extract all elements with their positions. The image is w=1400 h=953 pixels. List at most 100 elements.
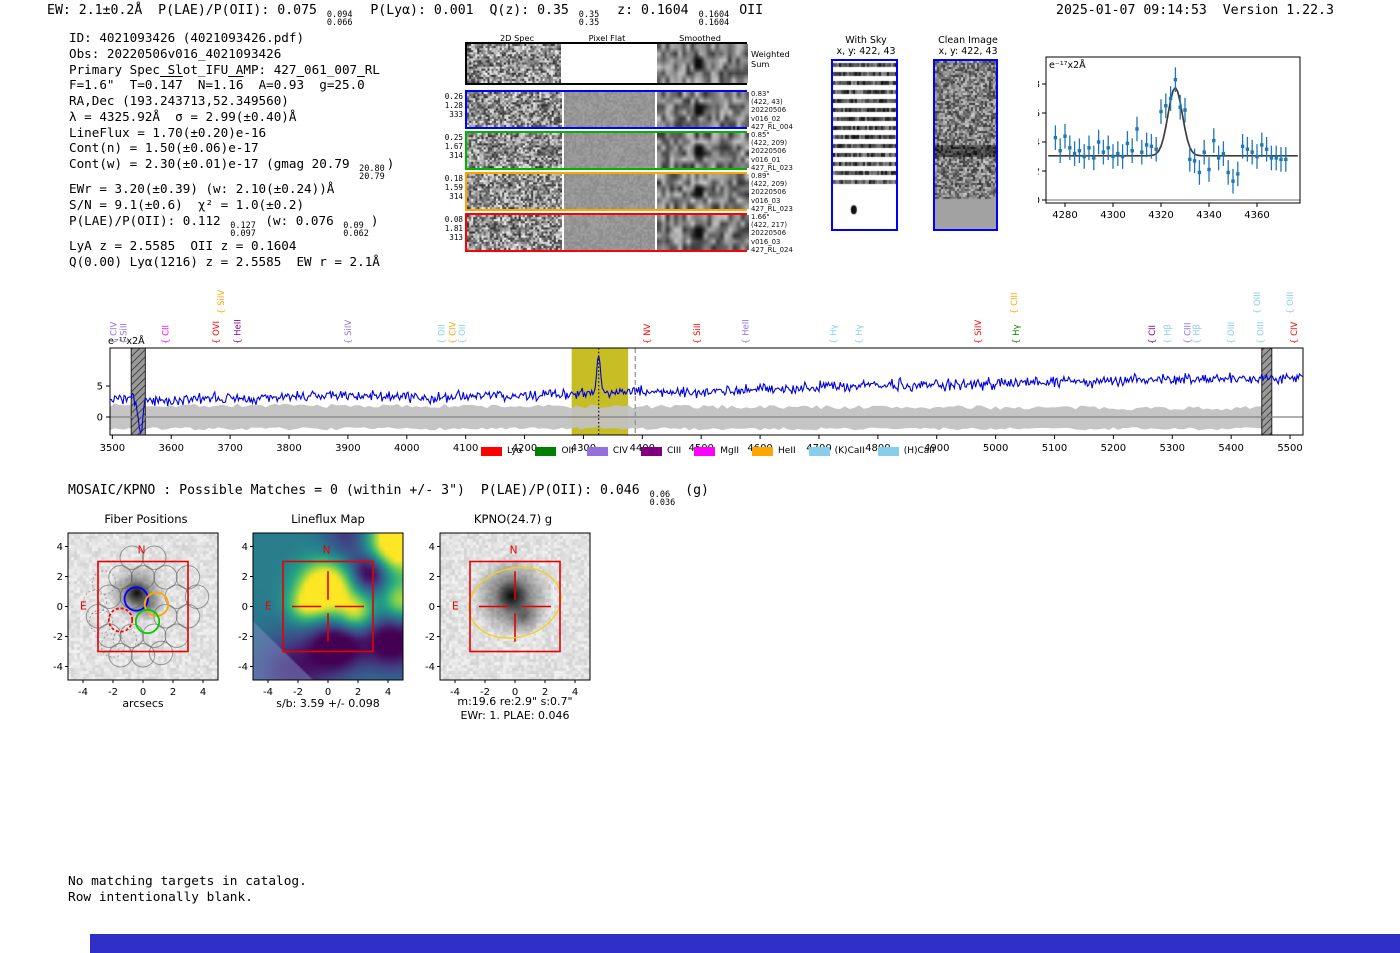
- cutout-row: [465, 131, 749, 170]
- svg-text:{ OIII: { OIII: [1227, 322, 1237, 344]
- catalog-image-axes: -4 -2 0 2 4420-2-4NE: [425, 532, 591, 698]
- svg-text:-2: -2: [238, 632, 248, 643]
- legend-label: CIII: [666, 446, 682, 456]
- info-line-ftna: F=1.6" T=0.147 N=1.16 A=0.93 g=25.0: [69, 77, 365, 93]
- svg-text:{ Hβ: { Hβ: [1164, 324, 1174, 344]
- cutout-row-left-label: 0.08 1.81 313: [444, 215, 463, 242]
- cutout-row: [465, 172, 749, 211]
- svg-text:5100: 5100: [1042, 443, 1067, 454]
- full-spectrum-chart: 3500360037003800390040004100420043004400…: [97, 290, 1304, 454]
- catalog-image-title: KPNO(24.7) g: [473, 512, 553, 526]
- info-line-z: LyA z = 2.5585 OII z = 0.1604: [69, 238, 297, 254]
- svg-text:0: 0: [97, 413, 103, 424]
- svg-text:3800: 3800: [276, 443, 301, 454]
- legend-item: Lyα: [481, 446, 522, 456]
- cutout-2dspec: [467, 133, 562, 168]
- svg-text:-2: -2: [425, 632, 435, 643]
- cutout-row: [465, 90, 749, 129]
- compass-east: E: [452, 601, 459, 613]
- info-line-lineflux: LineFlux = 1.70(±0.20)e-16: [69, 124, 267, 140]
- svg-text:4: 4: [57, 542, 63, 553]
- svg-text:-4: -4: [425, 662, 435, 673]
- cutout-row-right-label: 0.89" (422, 209) 20220506 v016_03 427_RL_023: [751, 172, 793, 213]
- classification-color-bar: [90, 934, 1400, 953]
- clean-image-title: Clean Image x, y: 422, 43: [938, 35, 998, 57]
- legend-item: OII: [535, 446, 574, 456]
- cutout-pixelflat: [563, 133, 656, 168]
- cutout-smoothed: [656, 44, 749, 83]
- info-line-ewr: EWr = 3.20(±0.39) (w: 2.10(±0.24))Å: [69, 181, 335, 197]
- svg-text:5: 5: [97, 382, 103, 393]
- svg-text:3600: 3600: [159, 443, 184, 454]
- cutout-pixelflat: [563, 92, 656, 127]
- svg-text:{ CIV: { CIV: [109, 321, 119, 344]
- svg-text:{ OII: { OII: [458, 324, 468, 344]
- catalog-captions: m:19.6 re:2.9" s:0.7" EWr: 1. PLAE: 0.04…: [425, 695, 605, 723]
- svg-text:8: 8: [1038, 80, 1040, 91]
- legend-label: Lyα: [507, 446, 523, 456]
- svg-text:-4: -4: [53, 662, 63, 673]
- svg-text:{ CII: { CII: [1148, 325, 1158, 344]
- svg-text:{ OII: { OII: [437, 324, 447, 344]
- svg-text:5500: 5500: [1277, 443, 1302, 454]
- svg-text:2: 2: [242, 572, 248, 583]
- svg-text:3500: 3500: [100, 443, 125, 454]
- svg-text:4280: 4280: [1052, 210, 1077, 221]
- fiber-positions-xlabel: arcsecs: [122, 697, 164, 710]
- svg-text:4320: 4320: [1148, 210, 1173, 221]
- cutout-row: [465, 213, 749, 252]
- legend-label: HeII: [778, 446, 796, 456]
- legend-swatch: [752, 446, 774, 456]
- line-fit-chart: 4280 4300 4320 4340 4360 0 2 4 6 8 e⁻¹⁷x2Å: [1038, 56, 1301, 221]
- svg-text:5300: 5300: [1160, 443, 1185, 454]
- legend-item: (K)CaII: [808, 446, 865, 456]
- info-line-lambda: λ = 4325.92Å σ = 2.99(±0.40)Å: [69, 108, 297, 124]
- cutout-2dspec: [467, 44, 562, 83]
- cutout-2dspec: [467, 174, 562, 209]
- summary-header: EW: 2.1±0.2Å P(LAE)/P(OII): 0.075 0.094 0…: [47, 3, 764, 29]
- svg-text:3900: 3900: [335, 443, 360, 454]
- info-line-primary: Primary Spec_Slot_IFU_AMP: 427_061_007_R…: [69, 61, 380, 77]
- svg-text:{ OIII: { OIII: [1286, 292, 1296, 314]
- mosaic-status-line: MOSAIC/KPNO : Possible Matches = 0 (with…: [68, 483, 709, 509]
- svg-text:4100: 4100: [453, 443, 478, 454]
- timestamp: 2025-01-07 09:14:53 Version 1.22.3: [1056, 3, 1334, 18]
- svg-text:4: 4: [242, 542, 248, 553]
- svg-text:{ NV: { NV: [643, 324, 653, 344]
- cutout-pixelflat: [563, 215, 656, 250]
- legend-swatch: [481, 446, 502, 456]
- svg-text:2: 2: [1038, 167, 1040, 178]
- svg-text:-4: -4: [238, 662, 248, 673]
- cutout-2dspec: [467, 215, 562, 250]
- footer-line-2: Row intentionally blank.: [68, 889, 253, 905]
- svg-text:5400: 5400: [1218, 443, 1243, 454]
- legend-item: CIII: [640, 446, 682, 456]
- svg-text:{ Hβ: { Hβ: [1192, 324, 1202, 344]
- cutout-row-right-label: 1.66" (422, 217) 20220506 v016_03 427_RL_024: [751, 213, 793, 254]
- svg-text:{ CIV: { CIV: [1290, 321, 1300, 344]
- info-line-sn: S/N = 9.1(±0.6) χ² = 1.0(±0.2): [69, 197, 305, 213]
- clean-image: [933, 59, 998, 231]
- catalog-caption-morphology: m:19.6 re:2.9" s:0.7": [457, 695, 573, 708]
- svg-text:5200: 5200: [1101, 443, 1126, 454]
- svg-text:0: 0: [242, 602, 248, 613]
- cutout-row-left-label: 0.25 1.67 314: [444, 133, 463, 160]
- cutout-row-right-label: Weighted Sum: [751, 49, 790, 69]
- compass-north: N: [323, 544, 331, 556]
- svg-text:4: 4: [1038, 138, 1040, 149]
- svg-text:2: 2: [429, 572, 435, 583]
- spectrum-legend: Lyα OII CIV CIII MgII HeII (K)CaII (H)CaII: [481, 446, 935, 456]
- svg-text:0: 0: [57, 602, 63, 613]
- legend-swatch: [640, 446, 662, 456]
- legend-swatch: [694, 446, 716, 456]
- info-line-q: Q(0.00) Lyα(1216) z = 2.5585 EW r = 2.1Å: [69, 254, 380, 270]
- svg-text:0: 0: [1038, 196, 1040, 207]
- legend-label: (K)CaII: [834, 446, 865, 456]
- svg-text:4340: 4340: [1196, 210, 1221, 221]
- svg-text:5000: 5000: [983, 443, 1008, 454]
- cutout-smoothed: [657, 174, 749, 209]
- cutout-row-right-label: 0.85" (422, 209) 20220506 v016_01 427_RL_023: [751, 131, 793, 172]
- svg-text:{ OVI: { OVI: [212, 321, 222, 344]
- svg-text:{ SiII: { SiII: [119, 323, 129, 344]
- svg-text:{ SiIV: { SiIV: [217, 290, 227, 314]
